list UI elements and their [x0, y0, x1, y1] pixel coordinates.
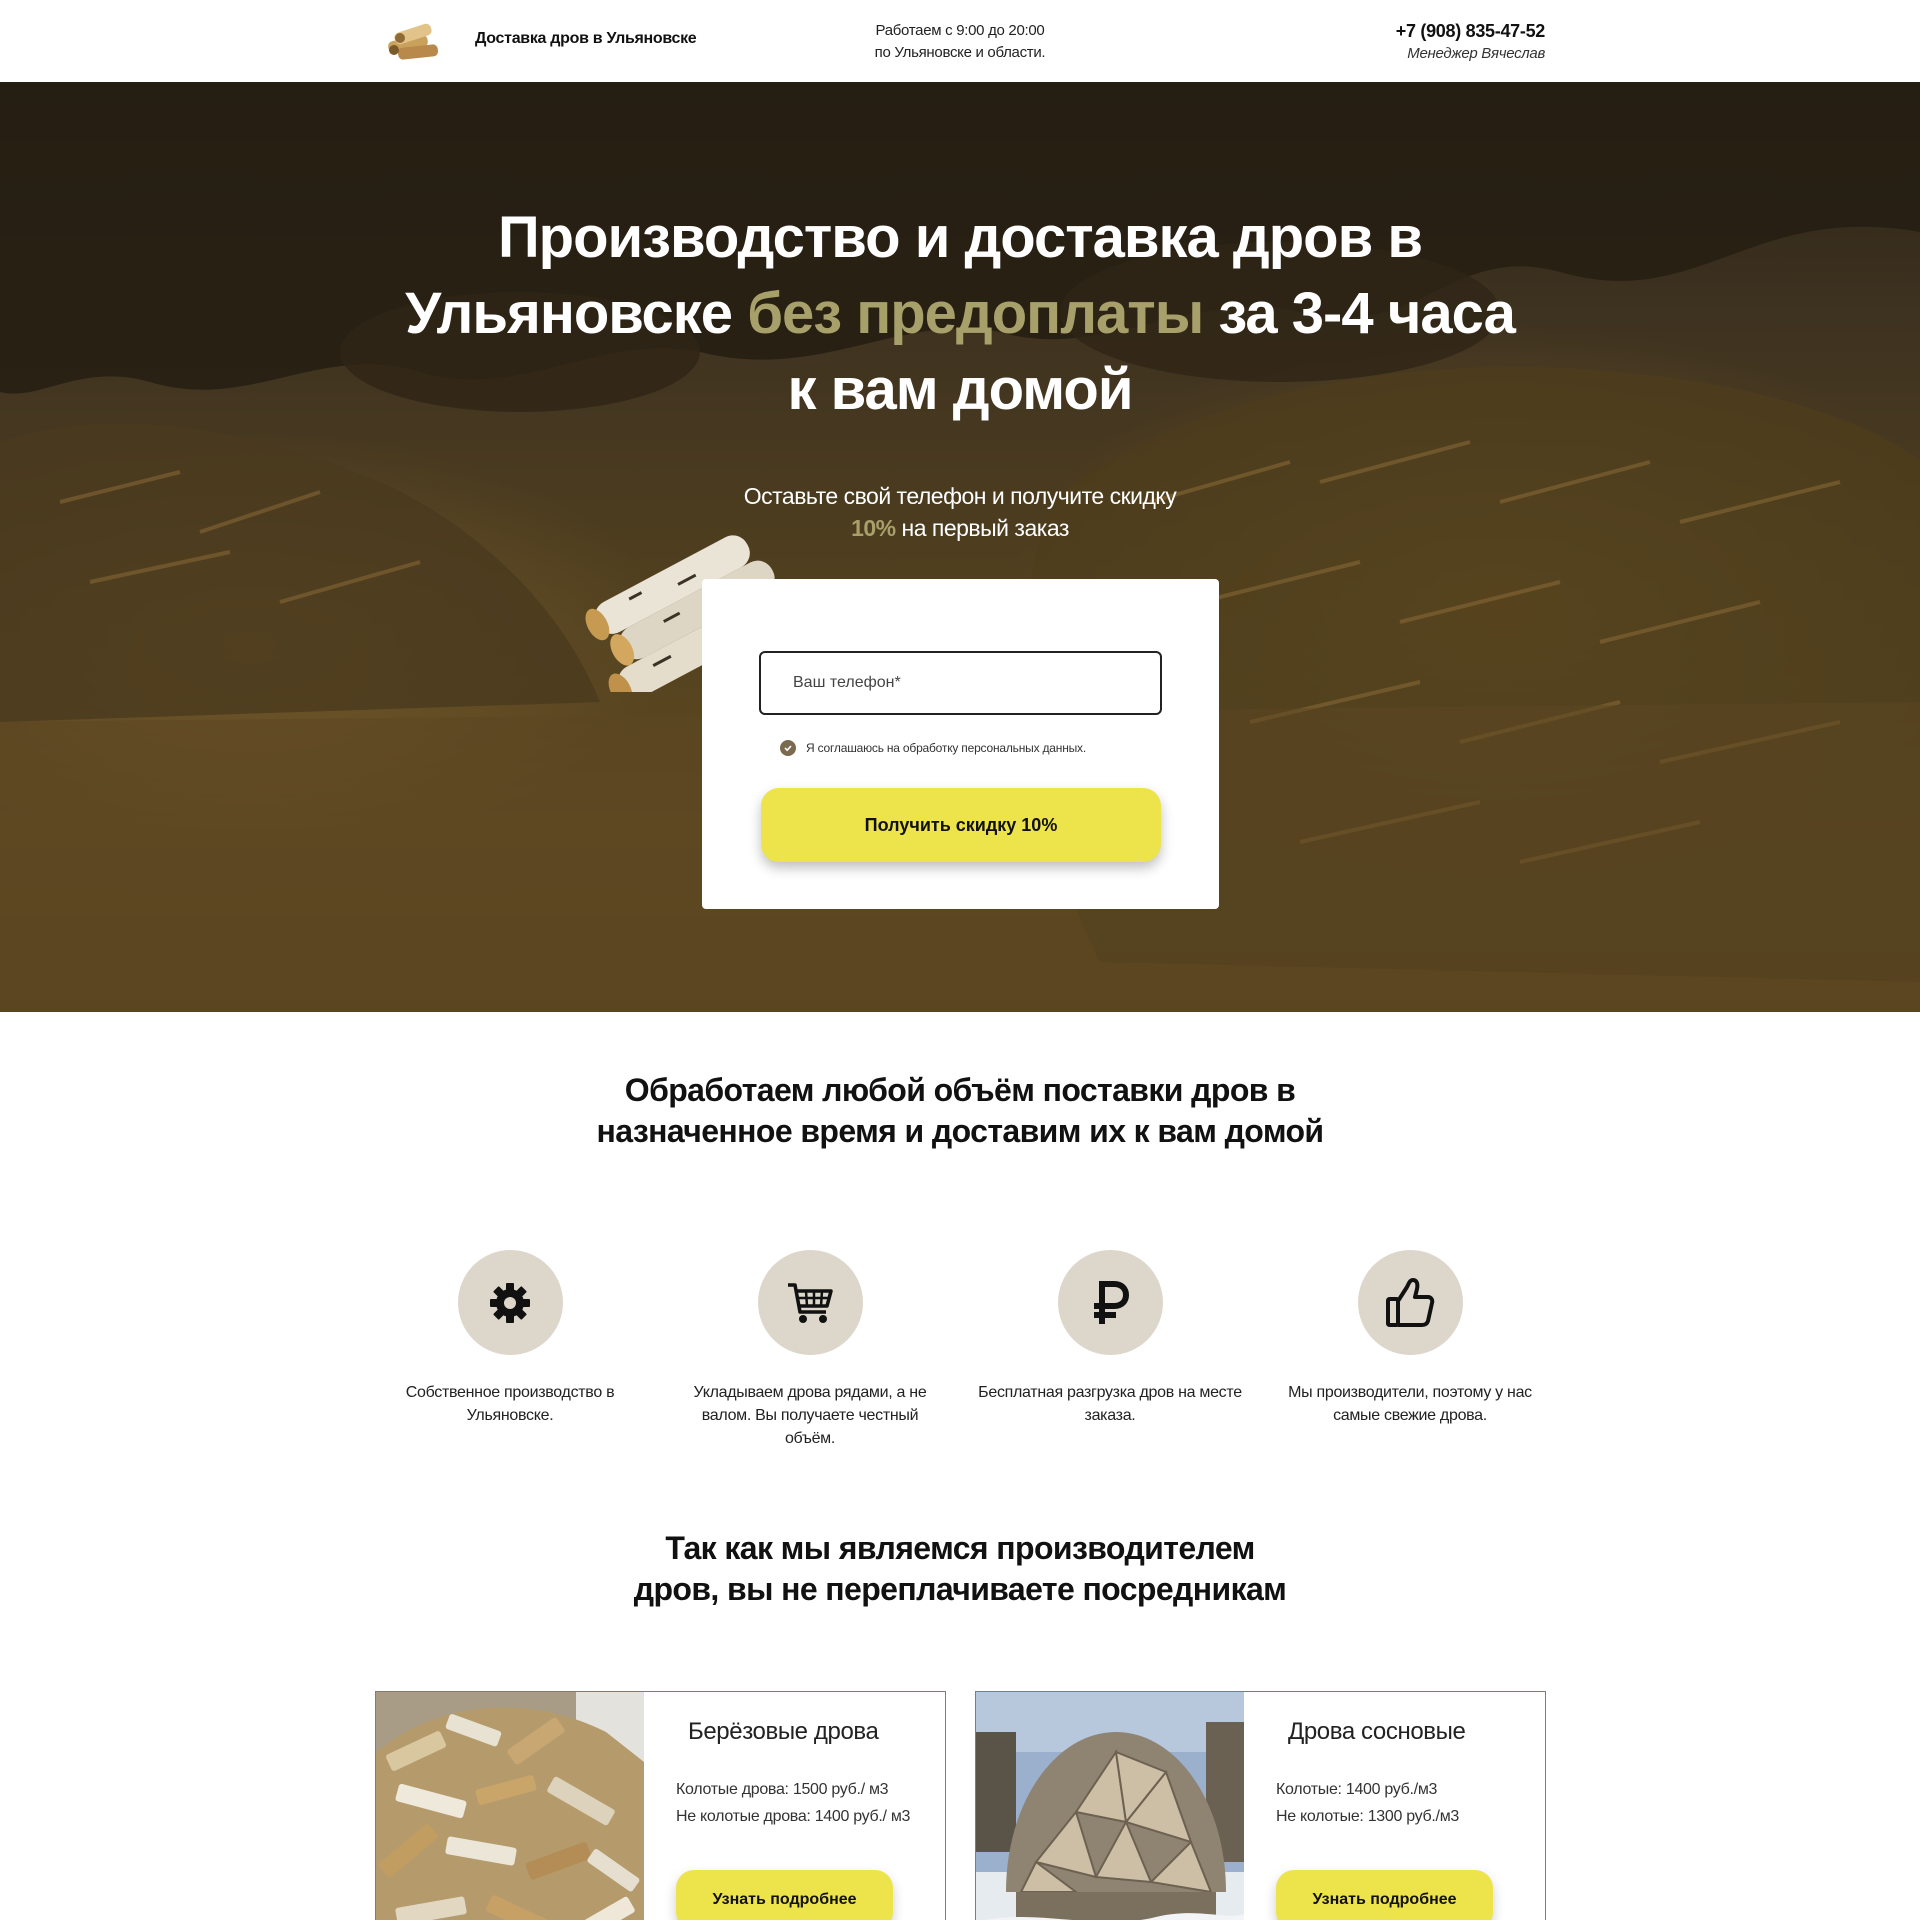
product-name: Берёзовые дрова [688, 1718, 879, 1745]
feature-item: Мы производители, поэтому у нас самые св… [1275, 1250, 1545, 1427]
product-price-unsplit: Не колотые дрова: 1400 руб./ м3 [676, 1808, 911, 1825]
product-name: Дрова сосновые [1288, 1718, 1466, 1745]
firewood-logo[interactable] [384, 20, 442, 64]
hero-subtitle-text: на первый заказ [895, 515, 1070, 541]
cart-icon [788, 1282, 833, 1323]
product-card-birch: Берёзовые дрова Колотые дрова: 1500 руб.… [375, 1691, 946, 1920]
phone-link[interactable]: +7 (908) 835-47-52 [1396, 21, 1546, 42]
feature-item: Укладываем дрова рядами, а не валом. Вы … [675, 1250, 945, 1450]
feature-text-line: Ульяновске. [466, 1407, 554, 1424]
site-header: Доставка дров в Ульяновске Работаем с 9:… [0, 0, 1920, 82]
hours-line: Работаем с 9:00 до 20:00 [875, 22, 1045, 39]
producer-heading: Так как мы являемся производителем дров,… [560, 1528, 1360, 1610]
feature-text: Укладываем дрова рядами, а не валом. Вы … [675, 1381, 945, 1450]
feature-text: Бесплатная разгрузка дров на месте заказ… [975, 1381, 1245, 1427]
gear-icon [490, 1282, 530, 1323]
feature-text-line: заказа. [1084, 1407, 1136, 1424]
feature-text-line: Бесплатная разгрузка дров на месте [978, 1384, 1242, 1401]
contacts: +7 (908) 835-47-52 Менеджер Вячеслав [1396, 21, 1546, 62]
area-line: по Ульяновске и области. [874, 44, 1046, 61]
feature-text-line: валом. Вы получаете честный объём. [701, 1407, 919, 1447]
get-discount-button[interactable]: Получить скидку 10% [761, 788, 1161, 862]
discount-form: Я соглашаюсь на обработку персональных д… [702, 579, 1219, 909]
product-price-unsplit: Не колотые: 1300 руб./м3 [1276, 1808, 1459, 1825]
manager-name: Менеджер Вячеслав [1407, 45, 1545, 62]
thumbs-up-icon [1386, 1277, 1435, 1327]
product-price-split: Колотые дрова: 1500 руб./ м3 [676, 1781, 889, 1798]
feature-text-line: Собственное производство в [405, 1384, 615, 1401]
hero-title-line1: Производство и доставка дров в [497, 205, 1423, 270]
consent-checkbox[interactable]: Я соглашаюсь на обработку персональных д… [780, 740, 1086, 756]
hero-title-accent: без предоплаты [747, 281, 1204, 346]
checkmark-icon [780, 740, 796, 756]
product-card-pine: Дрова сосновые Колотые: 1400 руб./м3 Не … [975, 1691, 1546, 1920]
working-hours: Работаем с 9:00 до 20:00 по Ульяновске и… [760, 20, 1160, 64]
producer-heading-line2: дров, вы не переплачиваете посредникам [633, 1571, 1287, 1607]
features-heading: Обработаем любой объём поставки дров в н… [560, 1070, 1360, 1152]
feature-icon-circle [757, 1250, 863, 1355]
pine-firewood-photo [976, 1692, 1244, 1920]
hero-title-text: за 3-4 часа [1203, 281, 1516, 346]
feature-text-line: Укладываем дрова рядами, а не [693, 1384, 927, 1401]
hero-title-line2: Ульяновске без предоплаты за 3-4 часа [360, 276, 1560, 352]
learn-more-button[interactable]: Узнать подробнее [1276, 1870, 1493, 1920]
hero-subtitle-line1: Оставьте свой телефон и получите скидку [743, 483, 1177, 509]
feature-icon-circle [457, 1250, 563, 1355]
feature-text-line: самые свежие дрова. [1333, 1407, 1487, 1424]
product-price-split: Колотые: 1400 руб./м3 [1276, 1781, 1438, 1798]
consent-label: Я соглашаюсь на обработку персональных д… [806, 741, 1086, 755]
hero-title: Производство и доставка дров в Ульяновск… [360, 200, 1560, 428]
site-title: Доставка дров в Ульяновске [475, 30, 697, 47]
discount-accent: 10% [851, 515, 896, 541]
hero-title-text: Ульяновске [405, 281, 748, 346]
feature-item: Собственное производство в Ульяновске. [375, 1250, 645, 1427]
producer-heading-line1: Так как мы являемся производителем [665, 1530, 1255, 1566]
feature-icon-circle [1057, 1250, 1163, 1355]
feature-icon-circle [1357, 1250, 1463, 1355]
features-heading-line1: Обработаем любой объём поставки дров в [624, 1072, 1296, 1108]
feature-text-line: Мы производители, поэтому у нас [1288, 1384, 1532, 1401]
feature-item: Бесплатная разгрузка дров на месте заказ… [975, 1250, 1245, 1427]
learn-more-button[interactable]: Узнать подробнее [676, 1870, 893, 1920]
hero-title-line3: к вам домой [787, 357, 1133, 422]
phone-input[interactable] [759, 651, 1162, 715]
ruble-icon [1094, 1280, 1130, 1324]
feature-text: Собственное производство в Ульяновске. [375, 1381, 645, 1427]
birch-firewood-photo [376, 1692, 644, 1920]
feature-text: Мы производители, поэтому у нас самые св… [1275, 1381, 1545, 1427]
features-heading-line2: назначенное время и доставим их к вам до… [596, 1113, 1325, 1149]
